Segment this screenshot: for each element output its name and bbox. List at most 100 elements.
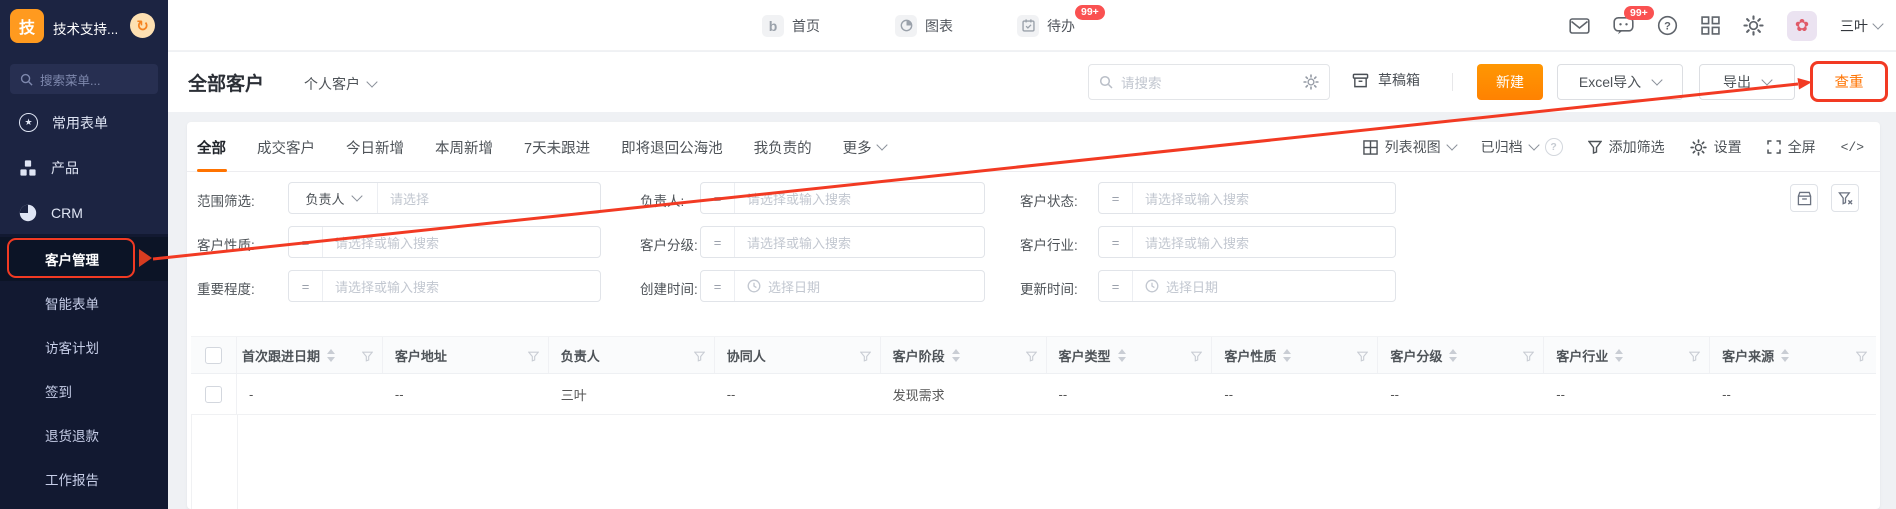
sort-icon[interactable] [952, 349, 960, 362]
column-header-customer-industry[interactable]: 客户行业 [1544, 337, 1710, 373]
column-header-customer-address[interactable]: 客户地址 [383, 337, 549, 373]
column-header-customer-nature[interactable]: 客户性质 [1212, 337, 1378, 373]
tab-my-responsibility[interactable]: 我负责的 [754, 122, 812, 172]
topnav-charts[interactable]: 图表 [895, 0, 953, 51]
tab-more[interactable]: 更多 [843, 122, 886, 172]
tab-all[interactable]: 全部 [197, 122, 226, 172]
sidebar-item-common-forms[interactable]: ★ 常用表单 [0, 100, 168, 145]
archived-selector[interactable]: 已归档 ? [1481, 137, 1563, 157]
sidebar-item-checkin[interactable]: 签到 [0, 369, 168, 413]
scope-selector[interactable]: 个人客户 [304, 74, 376, 94]
column-filter-icon[interactable] [1357, 350, 1368, 365]
dedupe-button[interactable]: 查重 [1810, 61, 1888, 102]
mail-icon[interactable] [1569, 17, 1590, 35]
filter-operator[interactable]: = [701, 227, 735, 257]
tab-new-this-week[interactable]: 本周新增 [435, 122, 493, 172]
column-header-customer-stage[interactable]: 客户阶段 [881, 337, 1047, 373]
filter-operator[interactable]: = [1099, 183, 1133, 213]
filter-customer-status-control[interactable]: = 请选择或输入搜索 [1098, 182, 1396, 214]
column-header-first-followup-date[interactable]: 首次跟进日期 [237, 337, 383, 373]
filter-updated-time-control[interactable]: = 选择日期 [1098, 270, 1396, 302]
filter-owner-placeholder: 请选择或输入搜索 [735, 189, 851, 208]
list-view-selector[interactable]: 列表视图 [1363, 137, 1456, 157]
filter-operator[interactable]: = [289, 227, 323, 257]
sidebar-submenu: 客户管理 智能表单 访客计划 签到 退货退款 工作报告 [0, 234, 168, 509]
customer-list-card: 全部 成交客户 今日新增 本周新增 7天未跟进 即将退回公海池 我负责的 更多 [187, 122, 1880, 509]
filter-operator[interactable]: = [701, 271, 735, 301]
search-input[interactable]: 请搜索 [1088, 64, 1330, 100]
column-filter-icon[interactable] [362, 350, 373, 365]
filter-owner-control[interactable]: = 请选择或输入搜索 [700, 182, 985, 214]
tab-7days-no-followup[interactable]: 7天未跟进 [524, 122, 590, 172]
sidebar-item-visitor-plan[interactable]: 访客计划 [0, 325, 168, 369]
user-avatar[interactable]: ✿ [1787, 11, 1817, 41]
table-row[interactable]: - -- 三叶 -- 发现需求 -- -- -- -- -- [191, 374, 1876, 415]
funnel-clear-icon [1838, 191, 1853, 206]
sidebar-item-products[interactable]: 产品 [0, 145, 168, 190]
topnav-home[interactable]: b 首页 [762, 0, 820, 51]
sidebar-item-returns-refunds[interactable]: 退货退款 [0, 413, 168, 457]
sort-icon[interactable] [1283, 349, 1291, 362]
filter-operator[interactable]: = [1099, 227, 1133, 257]
user-menu[interactable]: 三叶 [1840, 16, 1882, 36]
messages-icon[interactable]: 99+ [1613, 16, 1634, 36]
sort-icon[interactable] [1449, 349, 1457, 362]
sort-icon[interactable] [1615, 349, 1623, 362]
workspace-switch-icon[interactable]: ↻ [130, 13, 155, 38]
sidebar-item-work-report[interactable]: 工作报告 [0, 457, 168, 501]
tab-closed-customers[interactable]: 成交客户 [257, 122, 315, 172]
row-checkbox[interactable] [191, 374, 237, 414]
filter-scope-control[interactable]: 负责人 请选择 [288, 182, 601, 214]
filter-customer-nature-control[interactable]: = 请选择或输入搜索 [288, 226, 601, 258]
excel-import-button[interactable]: Excel导入 [1557, 64, 1683, 100]
column-header-owner[interactable]: 负责人 [549, 337, 715, 373]
sidebar-item-crm[interactable]: CRM [0, 190, 168, 235]
column-filter-icon[interactable] [1191, 350, 1202, 365]
column-filter-icon[interactable] [860, 350, 871, 365]
tab-returning-to-pool[interactable]: 即将退回公海池 [621, 122, 723, 172]
apps-grid-icon[interactable] [1701, 16, 1720, 35]
filter-created-time-control[interactable]: = 选择日期 [700, 270, 985, 302]
column-header-collaborator[interactable]: 协同人 [715, 337, 881, 373]
sort-icon[interactable] [1781, 349, 1789, 362]
clear-filter-button[interactable] [1831, 184, 1859, 212]
save-filter-button[interactable] [1790, 184, 1818, 212]
create-button[interactable]: 新建 [1477, 64, 1543, 100]
sidebar-search-input[interactable]: 搜索菜单... [10, 64, 158, 94]
topnav-todo[interactable]: 待办 99+ [1017, 0, 1075, 51]
settings-gear-icon[interactable] [1743, 15, 1764, 36]
filter-scope-prefix[interactable]: 负责人 [289, 183, 378, 213]
column-filter-icon[interactable] [1523, 350, 1534, 365]
filter-operator[interactable]: = [701, 183, 735, 213]
filter-importance-control[interactable]: = 请选择或输入搜索 [288, 270, 601, 302]
sidebar-item-customer-management[interactable]: 客户管理 [0, 237, 168, 281]
filter-customer-industry-control[interactable]: = 请选择或输入搜索 [1098, 226, 1396, 258]
sidebar-subitem-label: 工作报告 [45, 469, 99, 489]
add-filter-button[interactable]: 添加筛选 [1588, 137, 1665, 157]
select-all-checkbox[interactable] [191, 337, 237, 373]
column-header-customer-source[interactable]: 客户来源 [1710, 337, 1876, 373]
code-view-button[interactable]: </> [1841, 140, 1864, 155]
tab-new-today[interactable]: 今日新增 [346, 122, 404, 172]
sidebar-item-smart-forms[interactable]: 智能表单 [0, 281, 168, 325]
column-filter-icon[interactable] [694, 350, 705, 365]
column-filter-icon[interactable] [528, 350, 539, 365]
fullscreen-button[interactable]: 全屏 [1767, 137, 1816, 157]
column-filter-icon[interactable] [1026, 350, 1037, 365]
export-button[interactable]: 导出 [1699, 64, 1795, 100]
table-settings-button[interactable]: 设置 [1690, 137, 1742, 157]
draft-box-button[interactable]: 草稿箱 [1352, 70, 1420, 90]
search-settings-icon[interactable] [1303, 74, 1319, 90]
help-icon[interactable]: ? [1657, 15, 1678, 36]
filter-customer-grade-control[interactable]: = 请选择或输入搜索 [700, 226, 985, 258]
sort-icon[interactable] [1118, 349, 1126, 362]
fixed-column-border [237, 414, 238, 509]
filter-operator[interactable]: = [1099, 271, 1133, 301]
column-header-customer-grade[interactable]: 客户分级 [1378, 337, 1544, 373]
column-filter-icon[interactable] [1689, 350, 1700, 365]
column-header-customer-type[interactable]: 客户类型 [1047, 337, 1213, 373]
filter-operator[interactable]: = [289, 271, 323, 301]
sort-icon[interactable] [327, 349, 335, 362]
column-filter-icon[interactable] [1856, 350, 1867, 365]
chevron-down-icon [1446, 139, 1457, 150]
